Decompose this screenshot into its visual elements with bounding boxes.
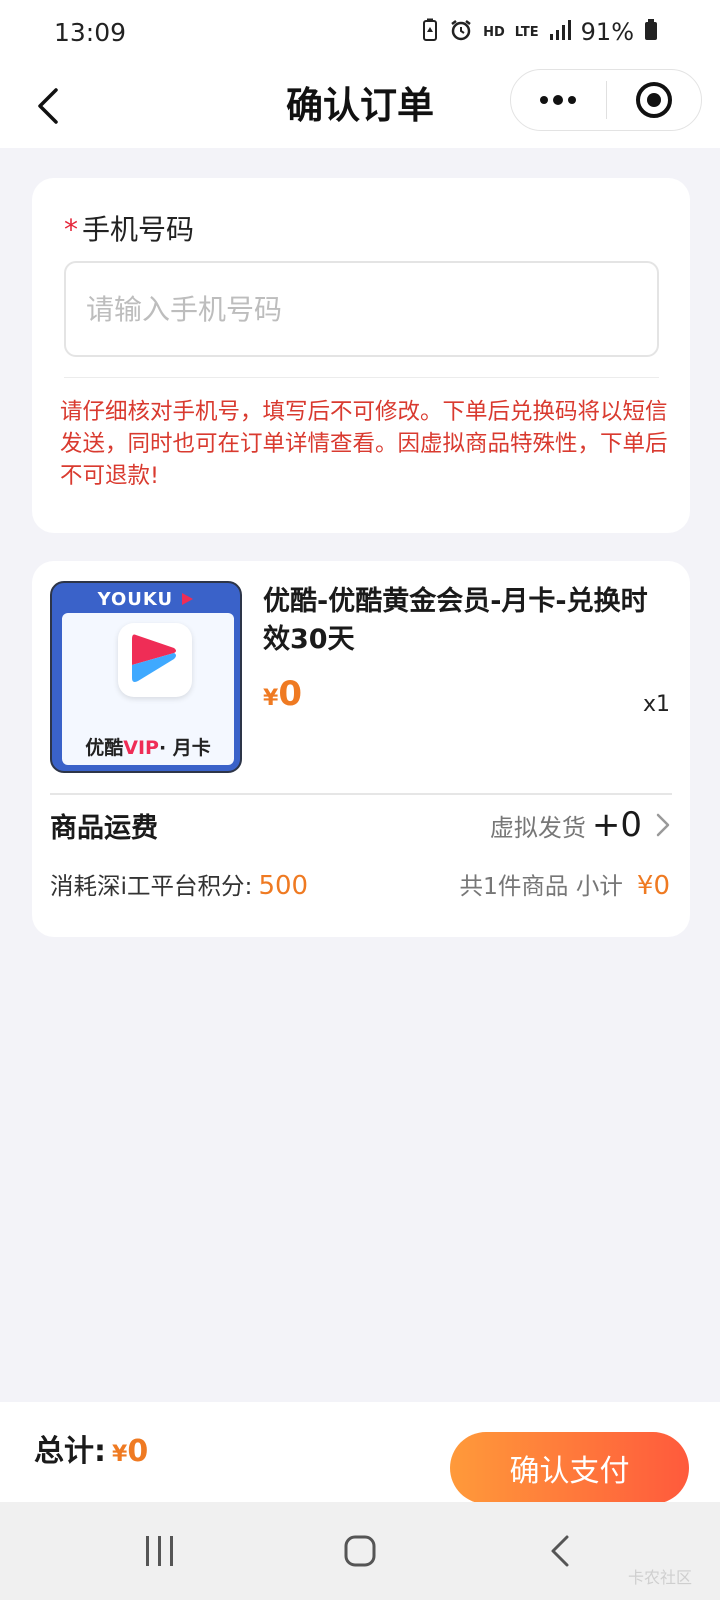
battery-saver-icon — [421, 18, 439, 46]
youku-logo — [118, 623, 192, 697]
subtotal-amount: ¥0 — [636, 871, 670, 901]
product-card: YOUKU 优酷VIP· 月卡 优酷-优酷黄金会员-月卡-兑换时效30天 ¥0 … — [32, 561, 690, 937]
product-title: 优酷-优酷黄金会员-月卡-兑换时效30天 — [263, 586, 648, 655]
record-target-icon — [635, 82, 672, 118]
status-icons: HD LTE 91% — [421, 18, 658, 46]
miniprogram-capsule — [510, 69, 702, 131]
back-arrow-icon — [551, 1535, 569, 1567]
more-button[interactable] — [511, 70, 606, 130]
required-mark: * — [64, 213, 78, 246]
thumb-name-prefix: 优酷 — [85, 737, 124, 759]
phone-field-label: * 手机号码 — [64, 208, 194, 248]
product-quantity: x1 — [642, 692, 670, 717]
youku-play-mini-icon — [182, 593, 194, 605]
status-time: 13:09 — [54, 17, 127, 47]
lte-label: LTE — [514, 24, 539, 40]
battery-icon — [644, 19, 658, 45]
product-divider — [50, 793, 672, 795]
shipping-method: 虚拟发货 — [489, 813, 586, 842]
total-currency: ¥ — [112, 1442, 128, 1467]
youku-brand-label: YOUKU — [97, 589, 174, 610]
points-value: 500 — [258, 871, 309, 901]
youku-logo-icon — [132, 634, 176, 682]
thumb-name-vip: VIP — [123, 737, 159, 759]
watermark: 卡农社区 — [627, 1568, 692, 1587]
total-row: 总计: ¥0 — [34, 1428, 148, 1479]
more-dots-icon — [540, 95, 577, 105]
product-price: ¥0 — [263, 674, 302, 714]
subtotal-label: 共1件商品 小计 — [459, 872, 623, 900]
status-bar: 13:09 HD LTE 91% — [0, 0, 720, 64]
phone-warning-text: 请仔细核对手机号，填写后不可修改。下单后兑换码将以短信发送，同时也可在订单详情查… — [60, 399, 668, 489]
system-nav-bar: 卡农社区 — [0, 1502, 720, 1600]
price-amount: 0 — [278, 674, 302, 714]
shipping-fee: +0 — [591, 805, 642, 845]
phone-input[interactable] — [64, 261, 659, 357]
thumb-name-suffix: · 月卡 — [158, 737, 211, 759]
total-amount: 0 — [127, 1434, 149, 1469]
home-icon — [344, 1535, 376, 1567]
signal-icon — [549, 19, 571, 45]
phone-label-text: 手机号码 — [82, 213, 195, 246]
subtotal-row: 共1件商品 小计 ¥0 — [459, 869, 670, 903]
nav-bar: 确认订单 — [0, 64, 720, 148]
total-label: 总计: — [34, 1434, 106, 1469]
shipping-label: 商品运费 — [50, 813, 158, 844]
shipping-row[interactable]: 虚拟发货 +0 — [490, 805, 672, 845]
thumbnail-panel: 优酷VIP· 月卡 — [62, 613, 234, 765]
system-back-button[interactable] — [535, 1526, 585, 1576]
price-currency: ¥ — [263, 686, 279, 711]
points-row: 消耗深i工平台积分: 500 — [50, 869, 308, 903]
recent-apps-icon — [146, 1536, 173, 1566]
form-divider — [64, 377, 659, 378]
product-thumbnail[interactable]: YOUKU 优酷VIP· 月卡 — [50, 581, 242, 773]
chevron-right-icon — [656, 813, 670, 837]
recent-apps-button[interactable] — [135, 1526, 185, 1576]
checkout-bar: 总计: ¥0 确认支付 — [0, 1402, 720, 1504]
phone-form-card: *手机号码 请仔细核对手机号，填写后不可修改。下单后兑换码将以短信发送，同时也可… — [32, 178, 690, 533]
points-label: 消耗深i工平台积分: — [50, 872, 253, 900]
home-button[interactable] — [335, 1526, 385, 1576]
close-miniprogram-button[interactable] — [607, 70, 702, 130]
battery-percent: 91% — [580, 18, 634, 46]
alarm-icon — [449, 18, 473, 46]
youku-brand-text: YOUKU — [52, 589, 240, 610]
confirm-pay-button[interactable]: 确认支付 — [450, 1432, 689, 1504]
hd-label: HD — [483, 24, 505, 40]
thumbnail-caption: 优酷VIP· 月卡 — [62, 733, 234, 760]
